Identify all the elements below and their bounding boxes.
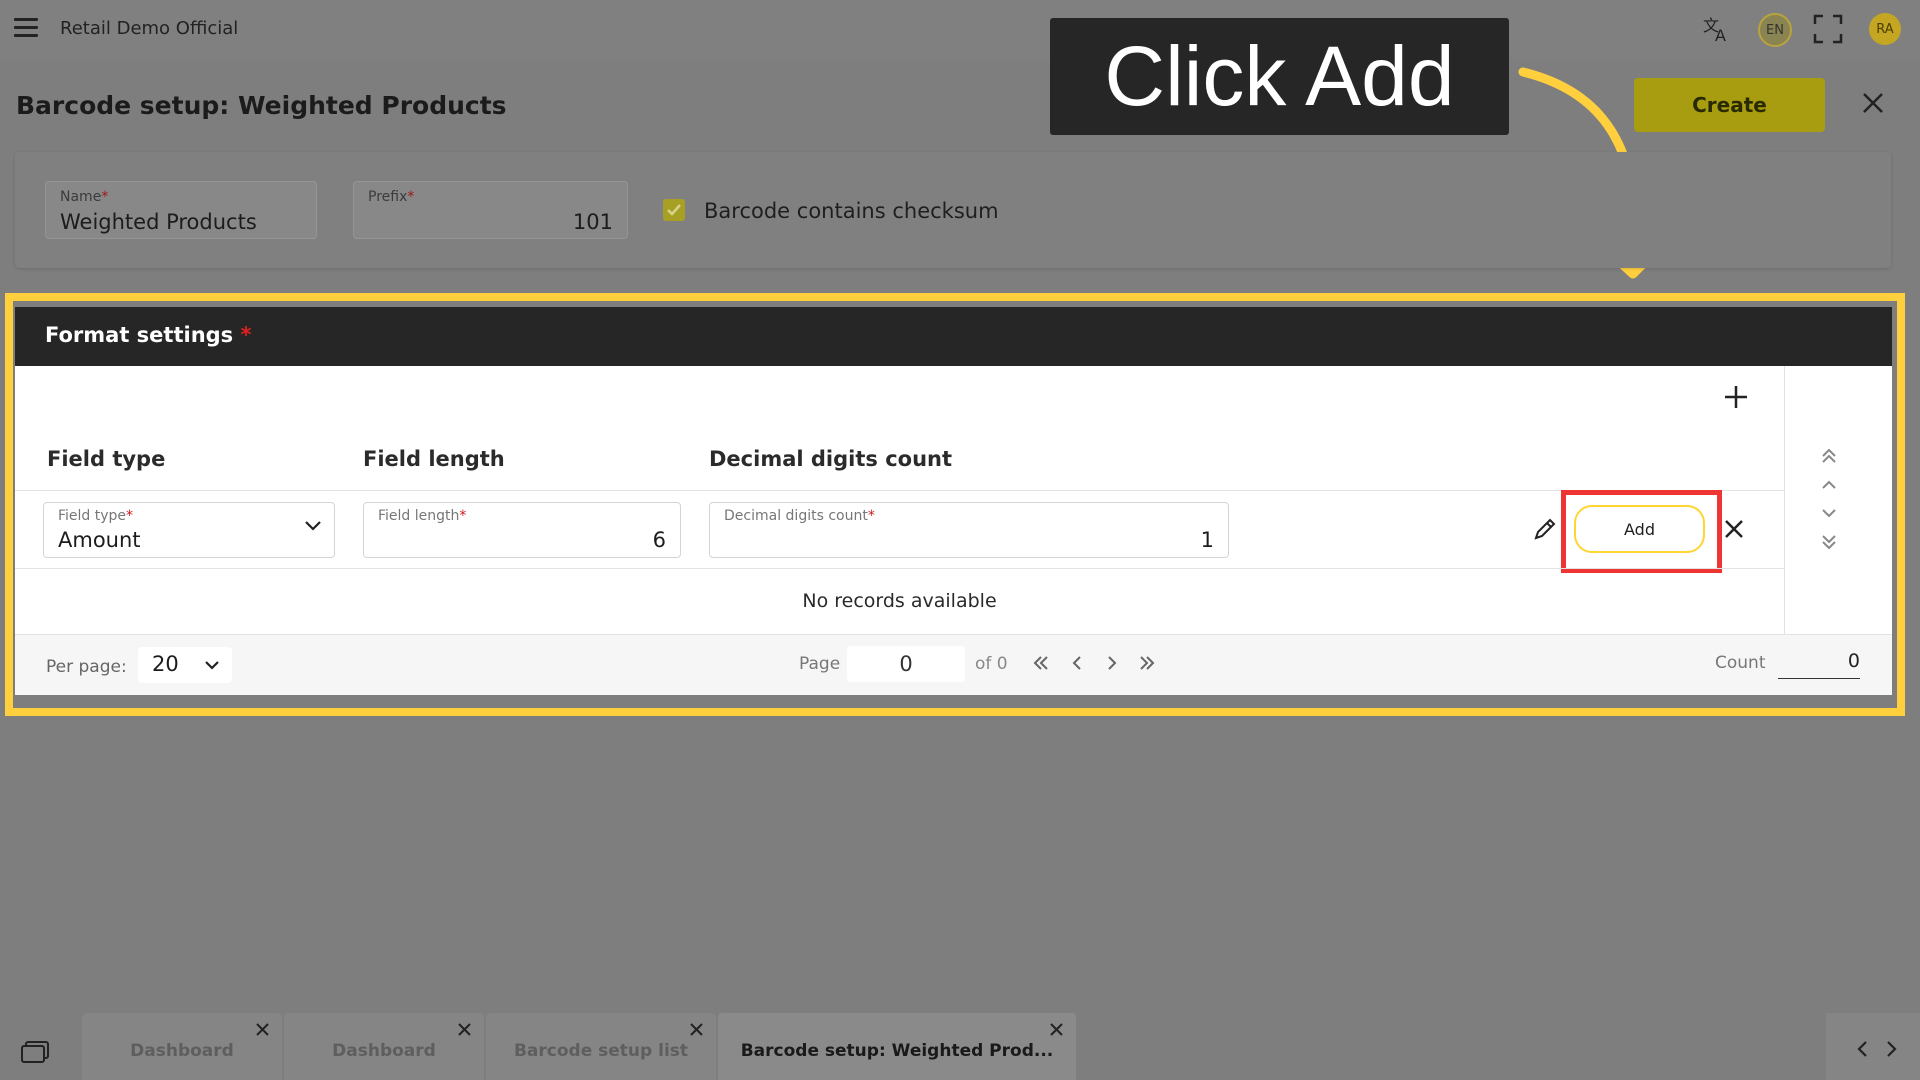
tab-dashboard-1[interactable]: Dashboard (82, 1013, 282, 1080)
top-bar (0, 0, 1920, 59)
add-button[interactable]: Add (1574, 505, 1705, 553)
per-page-label: Per page: (46, 657, 127, 677)
instruction-callout: Click Add (1050, 18, 1509, 135)
prefix-field[interactable]: Prefix* 101 (353, 181, 628, 239)
move-to-bottom-icon[interactable] (1818, 530, 1840, 552)
tab-dashboard-2[interactable]: Dashboard (284, 1013, 484, 1080)
close-tab-icon[interactable] (457, 1022, 472, 1037)
field-type-select[interactable]: Field type* Amount (43, 502, 335, 558)
move-down-icon[interactable] (1818, 502, 1840, 524)
divider (1784, 366, 1785, 634)
count-label: Count (1715, 653, 1766, 673)
checksum-label: Barcode contains checksum (704, 199, 999, 223)
move-to-top-icon[interactable] (1818, 446, 1840, 468)
page-total-label: of 0 (975, 654, 1008, 674)
decimal-digits-label: Decimal digits count (724, 508, 868, 524)
move-up-icon[interactable] (1818, 474, 1840, 496)
name-value: Weighted Products (60, 210, 257, 234)
check-icon (667, 204, 681, 216)
column-header-field-type[interactable]: Field type (47, 447, 165, 471)
name-field-label: Name (60, 189, 102, 205)
first-page-icon[interactable] (1030, 652, 1052, 674)
chevron-down-icon (305, 521, 321, 531)
field-length-label: Field length (378, 508, 460, 524)
tab-label: Barcode setup: Weighted Prod... (740, 1041, 1054, 1061)
page-title: Barcode setup: Weighted Products (16, 91, 507, 120)
tab-scroll-controls (1826, 1013, 1920, 1080)
tab-label: Barcode setup list (513, 1041, 689, 1061)
hamburger-menu-icon[interactable] (14, 18, 38, 40)
close-page-icon[interactable] (1860, 90, 1886, 116)
language-badge[interactable]: EN (1758, 13, 1792, 47)
page-number-input[interactable]: 0 (847, 646, 965, 682)
close-tab-icon[interactable] (255, 1022, 270, 1037)
empty-state-text: No records available (802, 590, 997, 612)
scroll-tabs-left-icon[interactable] (1854, 1039, 1872, 1059)
decimal-digits-value: 1 (1200, 528, 1214, 552)
required-mark: * (867, 508, 875, 524)
page-label: Page (799, 654, 841, 674)
name-field[interactable]: Name* Weighted Products (45, 181, 317, 239)
required-mark: * (101, 189, 109, 205)
per-page-value: 20 (152, 652, 179, 676)
scroll-tabs-right-icon[interactable] (1882, 1039, 1900, 1059)
checksum-checkbox[interactable] (663, 199, 685, 221)
decimal-digits-input[interactable]: Decimal digits count* 1 (709, 502, 1229, 558)
tab-label: Dashboard (130, 1041, 234, 1061)
required-mark: * (126, 508, 134, 524)
chevron-down-icon (205, 661, 219, 670)
prefix-value: 101 (572, 210, 613, 234)
close-row-icon[interactable] (1723, 518, 1745, 540)
fullscreen-icon[interactable] (1813, 14, 1843, 44)
field-type-value: Amount (58, 528, 141, 552)
add-row-icon[interactable] (1722, 383, 1750, 411)
field-type-label: Field type (58, 508, 127, 524)
windows-icon[interactable] (20, 1039, 50, 1065)
row-order-controls (1818, 446, 1840, 552)
translate-icon[interactable]: 文A (1702, 14, 1732, 45)
required-mark: * (407, 189, 415, 205)
column-header-decimal-digits[interactable]: Decimal digits count (709, 447, 952, 471)
required-mark: * (459, 508, 467, 524)
field-length-input[interactable]: Field length* 6 (363, 502, 681, 558)
column-header-field-length[interactable]: Field length (363, 447, 505, 471)
close-tab-icon[interactable] (1049, 1022, 1064, 1037)
app-title: Retail Demo Official (60, 18, 239, 39)
field-length-value: 6 (652, 528, 666, 552)
prefix-field-label: Prefix (368, 189, 408, 205)
tab-barcode-setup-list[interactable]: Barcode setup list (486, 1013, 716, 1080)
previous-page-icon[interactable] (1066, 652, 1088, 674)
per-page-select[interactable]: 20 (138, 647, 232, 683)
tab-barcode-setup-weighted[interactable]: Barcode setup: Weighted Prod... (718, 1013, 1076, 1080)
user-avatar[interactable]: RA (1869, 13, 1901, 45)
divider (15, 568, 1784, 569)
divider (15, 490, 1784, 491)
close-tab-icon[interactable] (689, 1022, 704, 1037)
last-page-icon[interactable] (1136, 652, 1158, 674)
next-page-icon[interactable] (1101, 652, 1123, 674)
count-value: 0 (1778, 650, 1860, 679)
tab-label: Dashboard (332, 1041, 436, 1061)
pencil-icon[interactable] (1532, 516, 1558, 542)
svg-text:A: A (1715, 26, 1726, 44)
